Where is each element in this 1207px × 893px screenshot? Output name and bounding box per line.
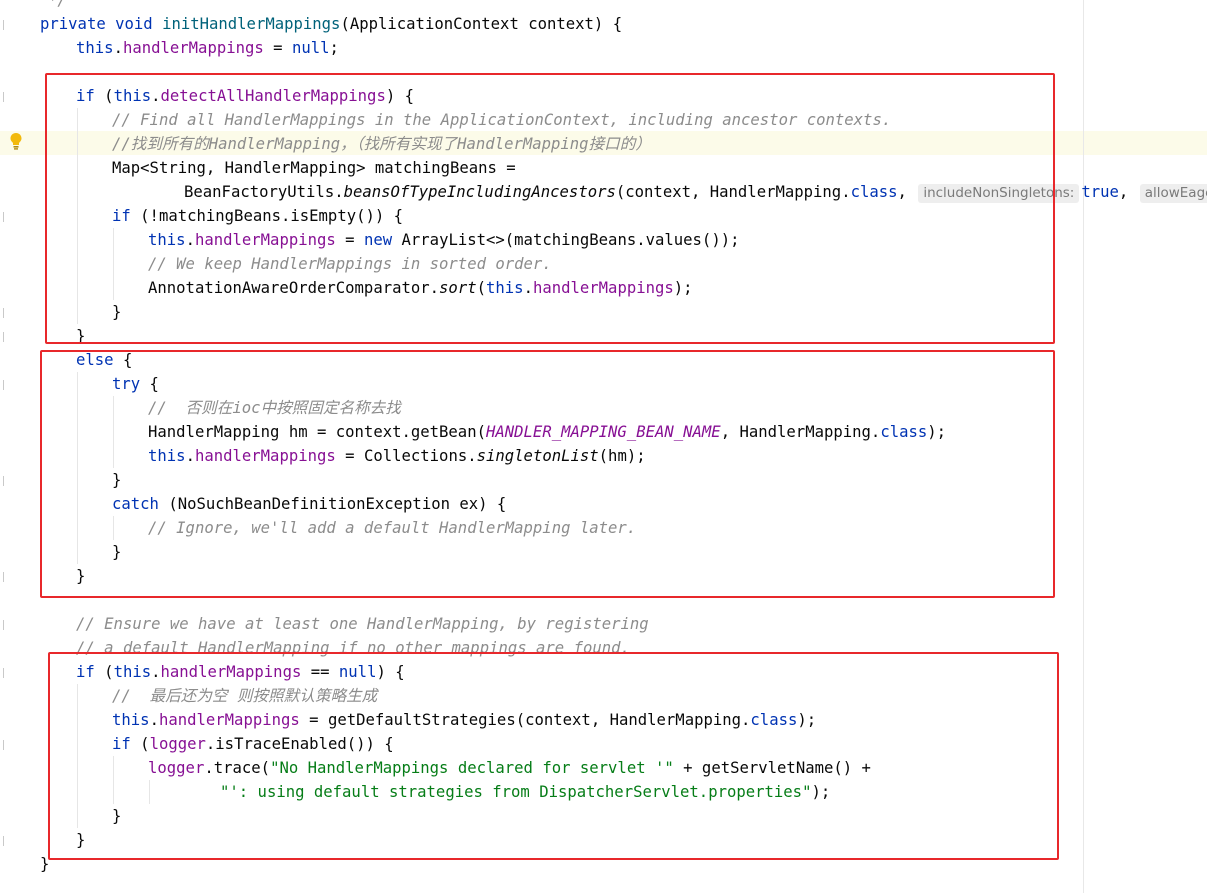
fold-marker[interactable] <box>0 20 4 30</box>
fold-marker[interactable] <box>0 92 4 102</box>
code-comment: // Ensure we have at least one HandlerMa… <box>76 615 649 633</box>
fold-marker[interactable] <box>0 836 4 846</box>
fold-marker[interactable] <box>0 620 4 630</box>
lightbulb-icon[interactable] <box>9 132 23 150</box>
code-line: this.handlerMappings = null; <box>76 39 339 57</box>
highlight-box-default-strategies <box>48 652 1059 860</box>
fold-marker[interactable] <box>0 572 4 582</box>
fold-marker[interactable] <box>0 332 4 342</box>
fold-marker[interactable] <box>0 668 4 678</box>
fold-marker[interactable] <box>0 380 4 390</box>
highlight-box-else-branch <box>40 350 1055 598</box>
code-line: */ <box>48 0 67 9</box>
parameter-hint: allowEagerInit <box>1139 184 1207 203</box>
highlight-box-detect-all <box>45 73 1055 344</box>
fold-marker[interactable] <box>0 212 4 222</box>
fold-marker[interactable] <box>0 740 4 750</box>
fold-marker[interactable] <box>0 476 4 486</box>
fold-marker[interactable] <box>0 308 4 318</box>
right-margin-guide <box>1083 0 1084 893</box>
code-line: private void initHandlerMappings(Applica… <box>40 15 623 33</box>
